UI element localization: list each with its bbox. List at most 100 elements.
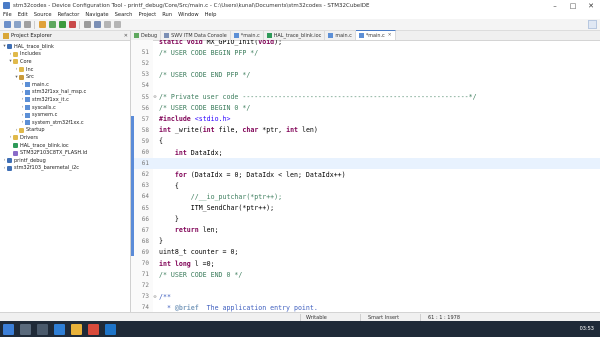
c-file-icon bbox=[25, 112, 30, 118]
maximize-button[interactable]: □ bbox=[564, 0, 582, 11]
code-line[interactable]: 67 return len; bbox=[131, 225, 600, 236]
project-explorer-tab[interactable]: Project Explorer ✕ bbox=[0, 31, 130, 41]
line-number: 60 bbox=[141, 149, 149, 156]
editor-tab[interactable]: SWV ITM Data Console bbox=[161, 31, 231, 40]
tree-item[interactable]: › Includes bbox=[0, 51, 130, 59]
code-line[interactable]: 71 /* USER CODE END 0 */ bbox=[131, 269, 600, 280]
menu-edit[interactable]: Edit bbox=[15, 12, 31, 18]
window-title: stm32codes - Device Configuration Tool -… bbox=[13, 2, 370, 9]
code-line[interactable]: 61 bbox=[131, 158, 600, 170]
code-line[interactable]: 63 { bbox=[131, 180, 600, 191]
minimize-button[interactable]: – bbox=[546, 0, 564, 11]
tree-item[interactable]: › Inc bbox=[0, 66, 130, 74]
stm32cubeide-icon[interactable] bbox=[105, 323, 116, 335]
tree-item[interactable]: › main.c bbox=[0, 81, 130, 89]
tree-item-label: STM32F103C8TX_FLASH.ld bbox=[20, 150, 88, 157]
close-tab-icon[interactable]: ✕ bbox=[388, 33, 392, 38]
fold-toggle-icon[interactable]: ⊖ bbox=[151, 94, 159, 100]
code-line[interactable]: 65 ITM_SendChar(*ptr++); bbox=[131, 203, 600, 214]
tree-item[interactable]: › Startup bbox=[0, 127, 130, 135]
menu-window[interactable]: Window bbox=[175, 12, 201, 18]
menu-search[interactable]: Search bbox=[112, 12, 136, 18]
file-explorer-icon[interactable] bbox=[71, 323, 82, 335]
code-line[interactable]: 60 int DataIdx; bbox=[131, 147, 600, 158]
build-icon[interactable] bbox=[38, 21, 46, 28]
taskbar: 03:53 bbox=[0, 321, 600, 337]
code-area[interactable]: static void MX_GPIO_Init(void); 51 /* USER… bbox=[131, 40, 600, 312]
code-line[interactable]: 73 ⊖/** bbox=[131, 291, 600, 302]
task-view-icon[interactable] bbox=[37, 323, 48, 335]
stop-icon[interactable] bbox=[68, 21, 76, 28]
external-tools-icon[interactable] bbox=[83, 21, 91, 28]
perspective-icon[interactable] bbox=[588, 20, 597, 29]
menu-run[interactable]: Run bbox=[159, 12, 175, 18]
close-icon[interactable]: ✕ bbox=[124, 33, 128, 39]
code-line[interactable]: 54 bbox=[131, 80, 600, 91]
code-line[interactable]: 51 /* USER CODE BEGIN PFP */ bbox=[131, 47, 600, 58]
edge-icon[interactable] bbox=[54, 323, 65, 335]
code-line[interactable]: 56 /* USER CODE BEGIN 0 */ bbox=[131, 103, 600, 114]
editor-tab[interactable]: *main.c bbox=[231, 31, 264, 40]
tree-item[interactable]: › printf_debug bbox=[0, 157, 130, 165]
back-icon[interactable] bbox=[103, 21, 111, 28]
save-icon[interactable] bbox=[13, 21, 21, 28]
chrome-icon[interactable] bbox=[88, 323, 99, 335]
code-text: /* USER CODE BEGIN 0 */ bbox=[159, 104, 251, 113]
close-button[interactable]: ✕ bbox=[582, 0, 600, 11]
new-icon[interactable] bbox=[3, 21, 11, 28]
tree-item[interactable]: ▾ Core bbox=[0, 58, 130, 66]
code-line[interactable]: 74 * @brief The application entry point. bbox=[131, 302, 600, 312]
fold-toggle-icon[interactable]: ⊖ bbox=[151, 294, 159, 300]
editor-tab[interactable]: *main.c ✕ bbox=[355, 30, 396, 40]
menu-bar: File Edit Source Refactor Navigate Searc… bbox=[0, 11, 600, 19]
editor-tab[interactable]: Debug bbox=[131, 31, 162, 40]
forward-icon[interactable] bbox=[113, 21, 121, 28]
tree-item[interactable]: › Drivers bbox=[0, 134, 130, 142]
code-line[interactable]: 55 ⊖/* Private user code ----------------… bbox=[131, 92, 600, 103]
menu-refactor[interactable]: Refactor bbox=[55, 12, 83, 18]
code-line[interactable]: 52 bbox=[131, 58, 600, 69]
editor-tab[interactable]: HAL_trace_blink.ioc bbox=[264, 31, 326, 40]
code-line[interactable]: 69 uint8_t counter = 0; bbox=[131, 247, 600, 258]
windows-start-icon[interactable] bbox=[3, 323, 14, 335]
tree-item[interactable]: › system_stm32f1xx.c bbox=[0, 119, 130, 127]
save-all-icon[interactable] bbox=[23, 21, 31, 28]
line-number: 55 bbox=[141, 93, 149, 101]
file-icon bbox=[164, 33, 170, 38]
code-line[interactable]: 59 { bbox=[131, 136, 600, 147]
menu-source[interactable]: Source bbox=[31, 12, 55, 18]
code-line[interactable]: 53 /* USER CODE END PFP */ bbox=[131, 69, 600, 80]
code-line[interactable]: 68} bbox=[131, 236, 600, 247]
code-line[interactable]: 58 int _write(int file, char *ptr, int le… bbox=[131, 125, 600, 136]
tree-item[interactable]: ▾ Src bbox=[0, 73, 130, 81]
search-icon[interactable] bbox=[20, 323, 31, 335]
tree-item[interactable]: › syscalls.c bbox=[0, 104, 130, 112]
editor-tab[interactable]: main.c bbox=[325, 31, 356, 40]
tree-item[interactable]: STM32F103C8TX_FLASH.ld bbox=[0, 149, 130, 157]
code-line[interactable]: 57 #include <stdio.h> bbox=[131, 114, 600, 125]
menu-navigate[interactable]: Navigate bbox=[82, 12, 111, 18]
code-line[interactable]: 62 for (DataIdx = 0; DataIdx < len; Data… bbox=[131, 169, 600, 180]
tree-item[interactable]: › stm32f1xx_it.c bbox=[0, 96, 130, 104]
search-icon[interactable] bbox=[93, 21, 101, 28]
tree-item[interactable]: › stm32f103_baremetal_i2c bbox=[0, 165, 130, 173]
src-icon bbox=[19, 74, 24, 80]
code-line[interactable]: 70 int long l =0; bbox=[131, 258, 600, 269]
run-icon[interactable] bbox=[58, 21, 66, 28]
code-line[interactable]: 72 bbox=[131, 280, 600, 291]
menu-file[interactable]: File bbox=[0, 12, 15, 18]
tree-item[interactable]: › sysmem.c bbox=[0, 111, 130, 119]
app-icon bbox=[3, 2, 10, 9]
tree-item[interactable]: ▾ HAL_trace_blink bbox=[0, 43, 130, 51]
menu-help[interactable]: Help bbox=[202, 12, 220, 18]
tree-item-label: Drivers bbox=[20, 134, 38, 141]
tree-item[interactable]: › stm32f1xx_hal_msp.c bbox=[0, 89, 130, 97]
tree-item[interactable]: HAL_trace_blink.ioc bbox=[0, 142, 130, 150]
tree-item-label: stm32f1xx_it.c bbox=[32, 96, 69, 103]
debug-icon[interactable] bbox=[48, 21, 56, 28]
code-line[interactable]: 66 } bbox=[131, 214, 600, 225]
code-line[interactable]: 64 //__io_putchar(*ptr++); bbox=[131, 191, 600, 202]
clock[interactable]: 03:53 bbox=[580, 326, 594, 332]
menu-project[interactable]: Project bbox=[135, 12, 159, 18]
code-line[interactable]: static void MX_GPIO_Init(void); bbox=[131, 40, 600, 47]
